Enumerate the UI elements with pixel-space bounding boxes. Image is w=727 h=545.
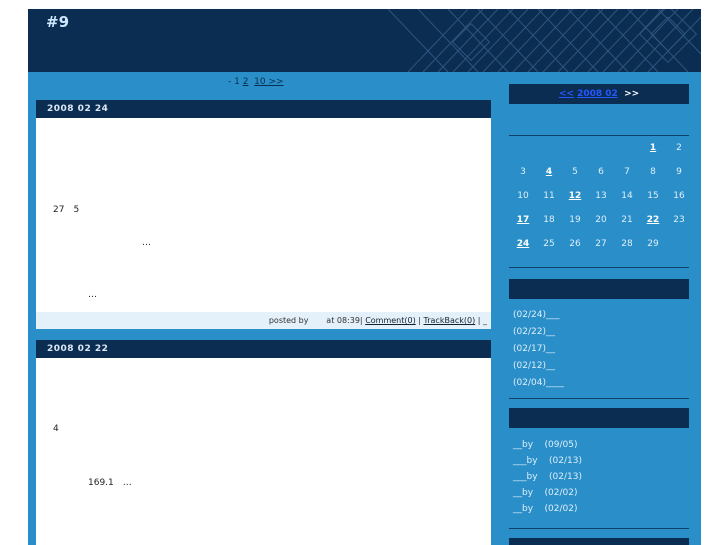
- header-pattern: [387, 9, 701, 72]
- comment-author[interactable]: ___by: [513, 456, 538, 466]
- calendar-day[interactable]: 12: [563, 191, 587, 201]
- calendar-day[interactable]: 17: [511, 215, 535, 225]
- comment-date: (02/02): [544, 504, 578, 514]
- entry-footer: posted by at 08:39| Comment(0) | TrackBa…: [36, 312, 491, 329]
- calendar-day-link[interactable]: 4: [546, 167, 552, 177]
- entry-date: 2008 02 24: [36, 100, 491, 118]
- recent-entry-link[interactable]: (02/24)___: [513, 310, 559, 320]
- calendar-day: 18: [543, 215, 555, 225]
- calendar-day: 29: [647, 239, 659, 249]
- recent-entry-link[interactable]: (02/17)__: [513, 344, 555, 354]
- comment-date: (09/05): [544, 440, 578, 450]
- site-header: #9: [28, 9, 701, 72]
- calendar-day: 25: [543, 239, 555, 249]
- recent-comment-item[interactable]: __by (02/02): [513, 504, 577, 514]
- comment-author[interactable]: __by: [513, 440, 533, 450]
- pager-prefix: - 1: [228, 77, 243, 87]
- calendar-day: 5: [572, 167, 578, 177]
- entry-text: …: [142, 238, 151, 248]
- calendar-day: 23: [673, 215, 685, 225]
- recent-entry-link[interactable]: (02/04)____: [513, 378, 564, 388]
- pagination: - 1 2 10 >>: [228, 77, 284, 87]
- entry-text: 4: [53, 424, 59, 434]
- calendar-day-link[interactable]: 12: [569, 191, 582, 201]
- recent-entry-link[interactable]: (02/12)__: [513, 361, 555, 371]
- calendar-day: 27: [595, 239, 607, 249]
- pager-next[interactable]: 10 >>: [254, 77, 283, 87]
- posted-time: at 08:39|: [326, 316, 363, 325]
- comment-link[interactable]: Comment(0): [365, 316, 416, 325]
- calendar-day: 3: [520, 167, 526, 177]
- comment-date: (02/13): [549, 456, 582, 466]
- calendar-month-link[interactable]: 2008 02: [577, 89, 618, 99]
- calendar-prev-link[interactable]: <<: [559, 89, 574, 99]
- calendar-day: 14: [621, 191, 633, 201]
- entry-body: 4 169.1 …: [36, 358, 491, 545]
- comment-date: (02/02): [544, 488, 578, 498]
- calendar-day: 7: [624, 167, 630, 177]
- trackback-link[interactable]: TrackBack(0): [424, 316, 476, 325]
- divider: [509, 398, 689, 399]
- calendar-day: 13: [595, 191, 607, 201]
- comment-author[interactable]: __by: [513, 504, 533, 514]
- footer-separator: |: [418, 316, 421, 325]
- entry-text: 27 5: [53, 205, 80, 215]
- calendar-day: 6: [598, 167, 604, 177]
- divider: [509, 267, 689, 268]
- divider: [509, 528, 689, 529]
- calendar-day-link[interactable]: 22: [647, 215, 660, 225]
- calendar-day-link[interactable]: 24: [517, 239, 530, 249]
- page-wrapper: #9 - 1 2 10 >> 2008 02 24 27 5 … … poste…: [28, 9, 701, 545]
- recent-entries-header: [509, 279, 689, 299]
- calendar-day: 10: [517, 191, 529, 201]
- calendar-day[interactable]: 1: [641, 143, 665, 153]
- calendar-day[interactable]: 4: [537, 167, 561, 177]
- entry-text: 169.1 …: [88, 478, 132, 488]
- comment-date: (02/13): [549, 472, 582, 482]
- recent-comment-item[interactable]: ___by (02/13): [513, 472, 582, 482]
- recent-entry-link[interactable]: (02/22)__: [513, 327, 555, 337]
- entry-date: 2008 02 22: [36, 340, 491, 358]
- calendar-day[interactable]: 24: [511, 239, 535, 249]
- calendar-day-link[interactable]: 17: [517, 215, 530, 225]
- calendar-day[interactable]: 22: [641, 215, 665, 225]
- recent-comments-header: [509, 408, 689, 428]
- calendar-day: 21: [621, 215, 633, 225]
- calendar-day-link[interactable]: 1: [650, 143, 656, 153]
- recent-comment-item[interactable]: ___by (02/13): [513, 456, 582, 466]
- recent-comment-item[interactable]: __by (02/02): [513, 488, 577, 498]
- posted-by-label: posted by: [268, 316, 309, 325]
- pager-page-2[interactable]: 2: [243, 77, 249, 87]
- comment-author[interactable]: __by: [513, 488, 533, 498]
- calendar-day: 8: [650, 167, 656, 177]
- calendar-day: 28: [621, 239, 633, 249]
- calendar-day: 11: [543, 191, 555, 201]
- recent-comment-item[interactable]: __by (09/05): [513, 440, 577, 450]
- calendar-nav: << 2008 02 >>: [509, 84, 689, 104]
- site-title[interactable]: #9: [46, 13, 69, 31]
- calendar-day: 19: [569, 215, 581, 225]
- calendar-day: 16: [673, 191, 685, 201]
- calendar-day: 9: [676, 167, 682, 177]
- calendar-next[interactable]: >>: [624, 89, 639, 99]
- calendar-day: 15: [647, 191, 659, 201]
- footer-tail: | _: [477, 316, 487, 325]
- sidebar-section-header: [509, 538, 689, 545]
- divider: [509, 135, 689, 136]
- calendar-day: 20: [595, 215, 607, 225]
- calendar-day: 26: [569, 239, 581, 249]
- entry-body: 27 5 … …: [36, 118, 491, 312]
- calendar-day: 2: [676, 143, 682, 153]
- comment-author[interactable]: ___by: [513, 472, 538, 482]
- entry-text: …: [88, 290, 97, 300]
